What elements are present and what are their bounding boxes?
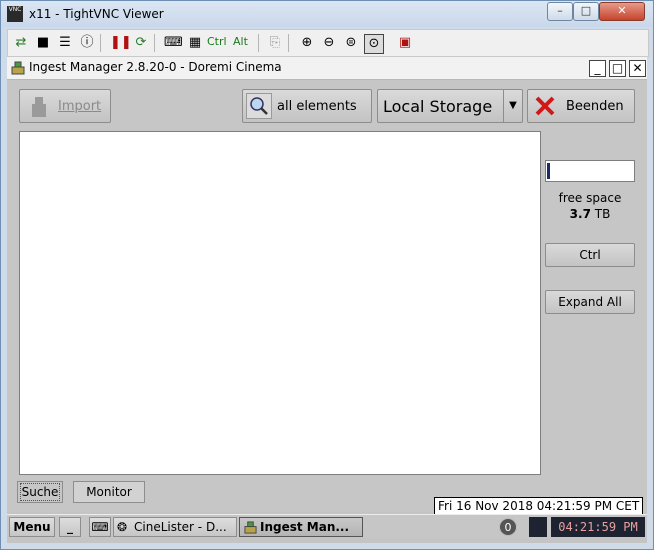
expand-all-button[interactable]: Expand All: [545, 290, 635, 314]
taskbar-item-label: CineLister - D...: [134, 520, 227, 534]
vnc-window-title: x11 - TightVNC Viewer: [29, 7, 164, 21]
quit-label: Beenden: [566, 99, 624, 114]
tab-monitor[interactable]: Monitor: [73, 481, 145, 503]
show-desktop-button[interactable]: _: [59, 517, 81, 537]
ctrl-button[interactable]: Ctrl: [545, 243, 635, 267]
ingest-manager-title: Ingest Manager 2.8.20-0 - Doremi Cinema: [29, 60, 282, 74]
vnc-viewer-window: VNC x11 - TightVNC Viewer – □ ✕ ⇄ ■ ☰ ⓘ …: [0, 0, 654, 550]
keyboard-icon: ⌨: [91, 520, 109, 534]
search-filter[interactable]: all elements: [242, 89, 372, 123]
vnc-app-icon: VNC: [7, 6, 23, 22]
quit-button[interactable]: Beenden: [527, 89, 635, 123]
chevron-down-icon[interactable]: ▼: [503, 90, 522, 122]
info-icon[interactable]: ⓘ: [78, 34, 96, 52]
taskbar-item-ingest-manager[interactable]: Ingest Man...: [239, 517, 363, 537]
free-space-label: free space: [558, 191, 622, 205]
zoom-fit-icon[interactable]: ⊙: [364, 34, 384, 54]
zoom-in-icon[interactable]: ⊕: [298, 34, 316, 52]
start-menu-icon[interactable]: ▦: [186, 34, 204, 52]
zoom-out-icon[interactable]: ⊖: [320, 34, 338, 52]
maximize-button[interactable]: □: [573, 2, 599, 21]
close-button[interactable]: ✕: [599, 2, 645, 21]
taskbar-clock[interactable]: 04:21:59 PM: [551, 517, 645, 537]
toolbar-separator: [288, 34, 289, 52]
tray-area: [529, 517, 547, 537]
ingest-manager-title-bar[interactable]: Ingest Manager 2.8.20-0 - Doremi Cinema …: [7, 57, 647, 80]
import-button[interactable]: Import: [19, 89, 111, 123]
full-screen-icon[interactable]: ▣: [396, 34, 414, 52]
import-icon: [32, 97, 46, 117]
taskbar: Menu _ ⌨ ❂ CineLister - D... Ingest Man.…: [7, 514, 647, 538]
free-space-unit: TB: [594, 207, 611, 221]
keyboard-button[interactable]: ⌨: [89, 517, 111, 537]
toolbar-separator: [258, 34, 259, 52]
new-connection-icon[interactable]: ⇄: [12, 34, 30, 52]
taskbar-item-cinelister[interactable]: ❂ CineLister - D...: [113, 517, 237, 537]
ctrl-key-toggle[interactable]: Ctrl: [207, 35, 227, 48]
save-icon[interactable]: ■: [34, 34, 52, 52]
alt-key-toggle[interactable]: Alt: [233, 35, 248, 48]
free-space-bar: [545, 160, 635, 182]
film-reel-icon: ❂: [117, 520, 128, 534]
toolbar-separator: [154, 34, 155, 52]
free-space-bar-fill: [547, 163, 550, 179]
ingest-manager-icon: [11, 61, 25, 75]
import-label: Import: [58, 99, 102, 114]
tab-suche[interactable]: Suche: [17, 481, 63, 503]
app-maximize-button[interactable]: □: [609, 60, 626, 77]
toolbar-separator: [100, 34, 101, 52]
remote-desktop[interactable]: Ingest Manager 2.8.20-0 - Doremi Cinema …: [7, 57, 647, 543]
minimize-button[interactable]: –: [547, 2, 573, 21]
close-icon: [535, 96, 555, 116]
content-list[interactable]: [19, 131, 541, 475]
ingest-manager-panel: Import all elements Local Storage ▼ Been…: [7, 80, 647, 512]
menu-button[interactable]: Menu: [9, 517, 55, 537]
ctrl-alt-del-icon[interactable]: ⌨: [164, 34, 183, 52]
app-minimize-button[interactable]: _: [589, 60, 606, 77]
vnc-toolbar: ⇄ ■ ☰ ⓘ ❚❚ ⟳ ⌨ ▦ Ctrl Alt ⎘ ⊕ ⊖ ⊜ ⊙ ▣: [7, 29, 649, 57]
notification-badge[interactable]: 0: [499, 518, 517, 536]
search-icon[interactable]: [246, 93, 272, 119]
ingest-manager-icon: [244, 521, 257, 534]
free-space-value: 3.7 TB: [545, 207, 635, 221]
free-space-amount: 3.7: [569, 207, 591, 221]
taskbar-item-label: Ingest Man...: [260, 520, 350, 534]
refresh-icon[interactable]: ⟳: [132, 34, 150, 52]
search-filter-label: all elements: [277, 99, 357, 114]
app-close-button[interactable]: ✕: [629, 60, 646, 77]
storage-select[interactable]: Local Storage ▼: [377, 89, 523, 123]
options-icon[interactable]: ☰: [56, 34, 74, 52]
zoom-100-icon[interactable]: ⊜: [342, 34, 360, 52]
pause-icon[interactable]: ❚❚: [110, 34, 132, 52]
storage-selected-value: Local Storage: [383, 97, 493, 116]
vnc-title-bar[interactable]: VNC x11 - TightVNC Viewer – □ ✕: [1, 1, 653, 27]
clipboard-icon[interactable]: ⎘: [266, 34, 284, 52]
tab-suche-label: Suche: [20, 483, 60, 501]
